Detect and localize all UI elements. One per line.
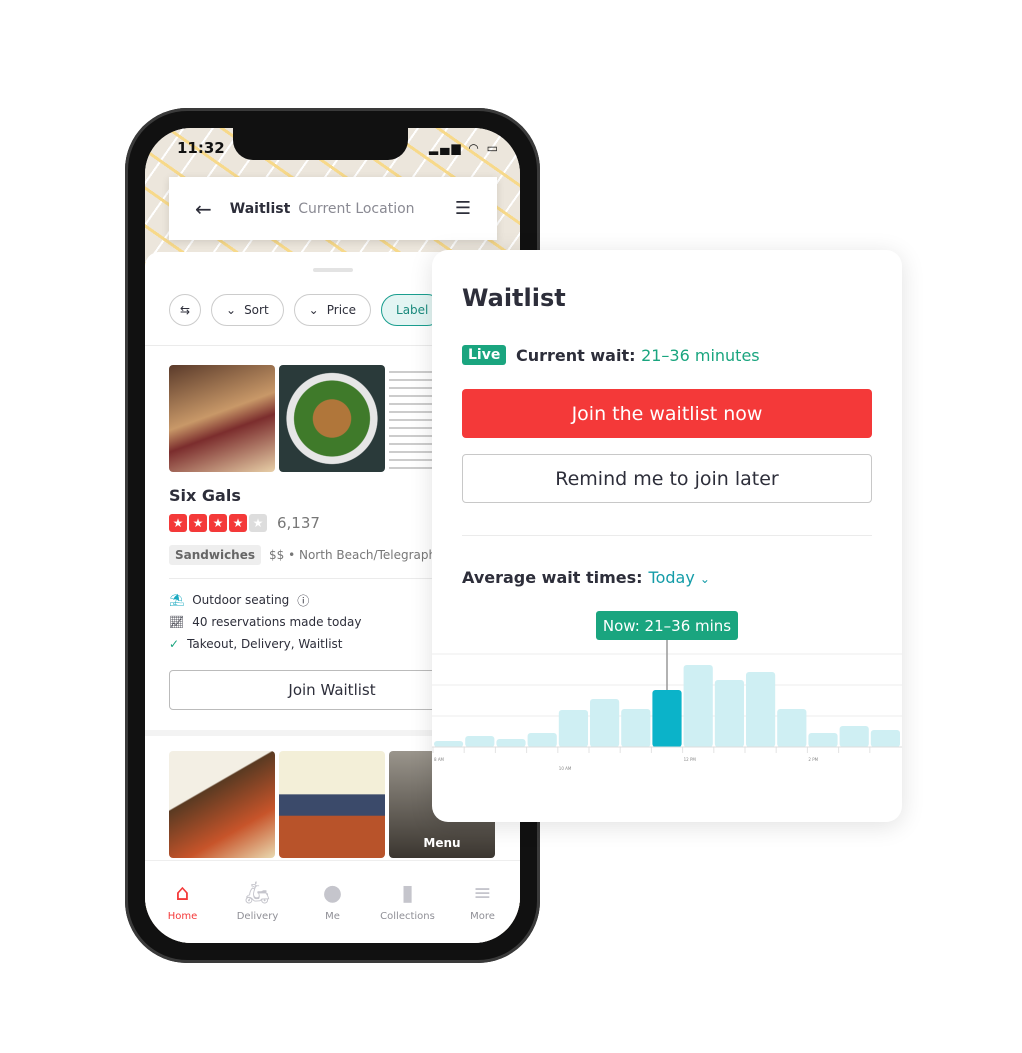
chart-bar	[777, 709, 807, 747]
status-icons: ▂▄▆ ◠ ▭	[428, 141, 500, 155]
price-chip[interactable]: ⌄ Price	[293, 294, 372, 326]
waitlist-title: Waitlist	[462, 284, 566, 312]
chart-bar	[714, 680, 744, 747]
sliders-icon: ⇆	[179, 303, 191, 317]
live-badge: Live	[462, 345, 507, 365]
search-header: ← Waitlist Current Location ☰	[169, 177, 497, 240]
filter-chips: ⇆ ⌄ Sort ⌄ Price Label	[169, 294, 444, 326]
nav-label: Home	[167, 911, 198, 922]
trending-chart-icon: 📈︎	[169, 615, 185, 629]
rating: ★ ★ ★ ★ ★ 6,137	[169, 514, 320, 532]
chart-bar	[434, 741, 464, 747]
chart-bar	[808, 733, 838, 747]
nav-collections[interactable]: ▮ Collections	[373, 883, 443, 943]
menu-icon: ≡	[473, 881, 492, 906]
divider	[462, 535, 872, 536]
x-tick-label: 12 PM	[684, 757, 697, 762]
nav-me[interactable]: ● Me	[298, 883, 368, 943]
review-count: 6,137	[277, 514, 320, 532]
menu-label: Menu	[423, 836, 461, 850]
info-icon[interactable]: ⓘ	[297, 592, 309, 609]
drag-handle[interactable]	[313, 268, 353, 272]
star-icon: ★	[189, 514, 207, 532]
home-icon: ⌂	[175, 881, 190, 906]
current-wait: Current wait: 21–36 minutes	[516, 346, 760, 365]
avg-label: Average wait times:	[462, 568, 643, 587]
nav-label: Collections	[380, 911, 435, 922]
waitlist-card: Waitlist Live Current wait: 21–36 minute…	[432, 250, 902, 822]
status-time: 11:32	[177, 139, 225, 157]
header-location[interactable]: Current Location	[298, 201, 455, 217]
features-list: ⛱ Outdoor seating ⓘ 📈︎ 40 reservations made…	[169, 589, 361, 655]
price-neighborhood: $$ • North Beach/Telegraph Hill	[269, 548, 459, 562]
star-icon: ★	[209, 514, 227, 532]
nav-delivery[interactable]: 🛵︎ Delivery	[223, 883, 293, 943]
current-wait-label: Current wait:	[516, 346, 636, 365]
chart-bar	[590, 699, 620, 747]
business-name[interactable]: Six Gals	[169, 486, 241, 505]
chart-bar	[527, 733, 557, 747]
feature-text: 40 reservations made today	[192, 615, 362, 629]
bottom-nav: ⌂ Home 🛵︎ Delivery ● Me ▮ Collections ≡ More	[145, 860, 520, 943]
user-icon: ●	[322, 881, 343, 906]
chart-bar	[746, 672, 776, 747]
chevron-down-icon: ⌄	[308, 303, 319, 317]
photo-ramen[interactable]	[169, 751, 275, 858]
chip-label: Price	[326, 303, 357, 317]
photo-salad[interactable]	[279, 365, 385, 472]
sort-chip[interactable]: ⌄ Sort	[211, 294, 284, 326]
star-icon: ★	[229, 514, 247, 532]
chevron-down-icon: ⌄	[226, 303, 237, 317]
chart-bar	[683, 665, 713, 747]
check-icon: ✓	[169, 637, 180, 651]
x-tick-label: 8 AM	[434, 757, 445, 762]
feature-text: Outdoor seating	[192, 593, 290, 607]
photo-sandwich[interactable]	[169, 365, 275, 472]
star-icon: ★	[169, 514, 187, 532]
business-meta: Sandwiches $$ • North Beach/Telegraph Hi…	[169, 545, 459, 565]
current-wait-value: 21–36 minutes	[641, 346, 760, 365]
chart-bar	[839, 726, 869, 747]
chart-bar	[496, 739, 526, 747]
feature-text: Takeout, Delivery, Waitlist	[187, 637, 343, 651]
nav-home[interactable]: ⌂ Home	[148, 883, 218, 943]
period-dropdown[interactable]: Today ⌄	[649, 568, 710, 587]
remind-later-button[interactable]: Remind me to join later	[462, 454, 872, 503]
x-tick-label: 2 PM	[808, 757, 818, 762]
header-title: Waitlist	[229, 200, 291, 217]
chart-bar	[465, 736, 495, 747]
scooter-icon: 🛵︎	[243, 881, 272, 906]
filter-settings-button[interactable]: ⇆	[169, 294, 201, 326]
tooltip-text: Now: 21–36 mins	[603, 617, 731, 635]
chip-label: Label	[396, 303, 429, 317]
notch	[233, 128, 408, 160]
average-wait-header: Average wait times: Today ⌄	[462, 568, 710, 587]
photo-noodles[interactable]	[279, 751, 385, 858]
nav-label: More	[470, 911, 495, 922]
category-tag[interactable]: Sandwiches	[169, 545, 262, 565]
list-icon[interactable]: ☰	[455, 198, 471, 219]
chart-bar	[870, 730, 900, 747]
chart-bar	[652, 690, 682, 747]
outdoor-seating-icon: ⛱	[169, 593, 185, 607]
bookmark-icon: ▮	[401, 881, 414, 906]
star-empty-icon: ★	[249, 514, 267, 532]
nav-more[interactable]: ≡ More	[448, 883, 518, 943]
x-tick-label: 10 AM	[559, 766, 572, 771]
wait-times-chart: 8 AM 10 AM 12 PM 2 PM Now: 21–36 mins	[432, 611, 902, 771]
chart-bar	[621, 709, 651, 747]
chip-label: Sort	[244, 303, 269, 317]
period-value: Today	[648, 568, 695, 587]
nav-label: Delivery	[236, 911, 279, 922]
chevron-down-icon: ⌄	[699, 572, 710, 586]
join-now-button[interactable]: Join the waitlist now	[462, 389, 872, 438]
chart-bar	[558, 710, 588, 747]
back-arrow-icon[interactable]: ←	[195, 197, 212, 221]
nav-label: Me	[325, 911, 340, 922]
